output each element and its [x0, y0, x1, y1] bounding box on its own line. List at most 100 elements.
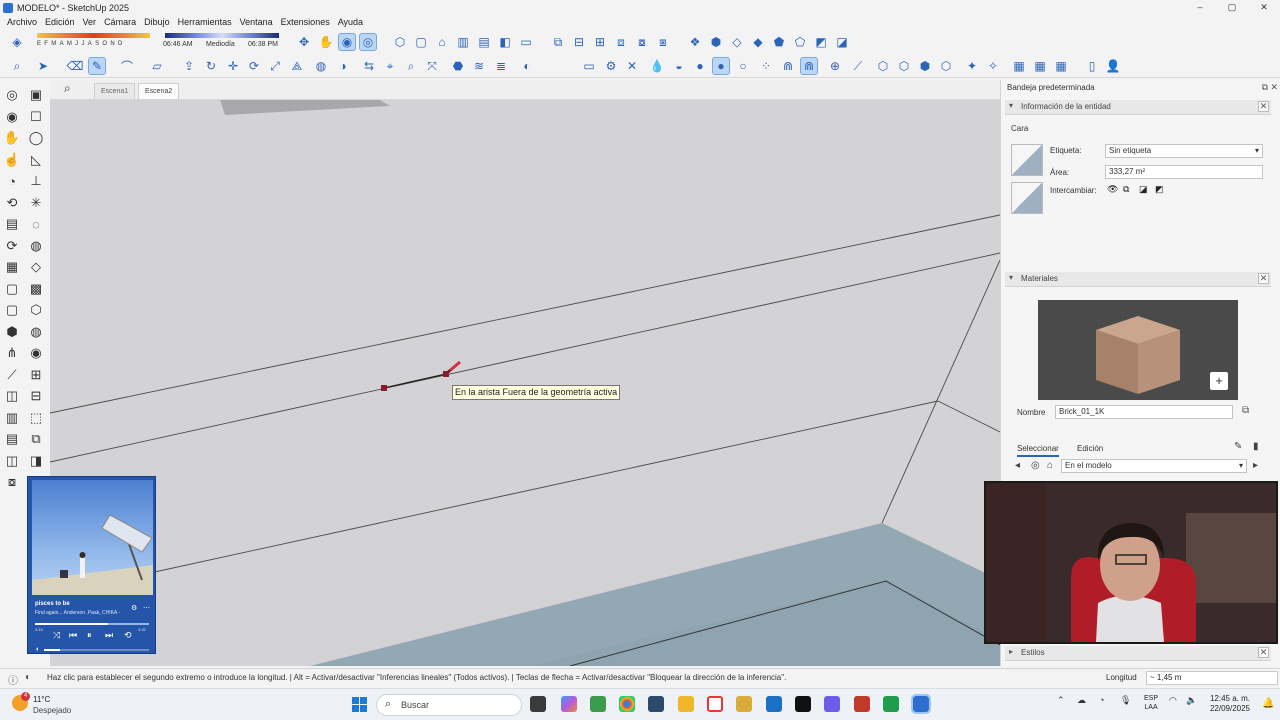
language-indicator[interactable]: ESP LAA	[1144, 694, 1158, 712]
section-plane-icon[interactable]: ⧉	[549, 33, 567, 51]
sandbox-grid-icon[interactable]: ◍	[27, 237, 45, 255]
monochrome-icon[interactable]: ◩	[812, 33, 830, 51]
paint-icon[interactable]: ◎	[3, 86, 21, 104]
drop-empty-icon[interactable]: ○	[734, 57, 752, 75]
materials-header[interactable]: ▾ Materiales ✕	[1005, 272, 1271, 287]
tape-icon[interactable]: ◉	[3, 108, 21, 126]
pause-icon[interactable]: ⏸	[87, 630, 92, 641]
scale-icon[interactable]: ▢	[3, 280, 21, 298]
ruby-icon[interactable]: ◫	[3, 452, 21, 470]
store-icon[interactable]	[590, 696, 606, 712]
menu-edicion[interactable]: Edición	[41, 15, 79, 29]
clock[interactable]: 12:45 a. m. 22/09/2025	[1208, 694, 1250, 714]
zoom-extents-icon[interactable]: ⤧	[423, 57, 441, 75]
offset-tool-icon[interactable]: ⟁	[288, 57, 306, 75]
close-window-button[interactable]: ✕	[1248, 0, 1280, 15]
section-display-icon[interactable]: ⧈	[612, 33, 630, 51]
magnet-active-icon[interactable]: ⋒	[800, 57, 818, 75]
protractor-icon[interactable]: ◑	[334, 57, 352, 75]
component-1-icon[interactable]: ⬡	[874, 57, 892, 75]
model-viewport[interactable]	[50, 100, 1000, 666]
paint-bucket-icon[interactable]: ●	[712, 57, 730, 75]
magnet-icon[interactable]: ⋒	[779, 57, 797, 75]
volume-icon[interactable]: ◖	[35, 646, 39, 653]
push-pull-icon[interactable]: ⇪	[180, 57, 198, 75]
menu-ventana[interactable]: Ventana	[236, 15, 277, 29]
orbit-circle-icon[interactable]: ◯	[27, 129, 45, 147]
network-icon[interactable]: ◔	[1099, 695, 1104, 705]
pan-zoom-icon[interactable]: ⌖	[381, 57, 399, 75]
stamp-icon[interactable]: ◫	[3, 387, 21, 405]
menu-ayuda[interactable]: Ayuda	[334, 15, 367, 29]
layers-icon[interactable]: ▤	[3, 430, 21, 448]
cloud-icon[interactable]: ☁	[1077, 695, 1086, 706]
drop-fill-icon[interactable]: ●	[691, 57, 709, 75]
app-red-icon[interactable]	[854, 696, 870, 712]
warehouse-3-icon[interactable]: ▦	[1052, 57, 1070, 75]
notifications-bell-icon[interactable]: 🔔	[1262, 698, 1274, 709]
camera-icon[interactable]: ▣	[27, 86, 45, 104]
layout-icon[interactable]: ▦	[3, 258, 21, 276]
move-tool-icon[interactable]: ✛	[224, 57, 242, 75]
walk-icon[interactable]: ☝	[3, 151, 21, 169]
tab-escena1[interactable]: Escena1	[94, 83, 136, 99]
styles-header[interactable]: ▸ Estilos ✕	[1005, 646, 1271, 661]
app-yellow-icon[interactable]	[736, 696, 752, 712]
paint-icon[interactable]: ▮	[1253, 441, 1259, 452]
tray-pin-icon[interactable]: ⧉	[1262, 82, 1268, 93]
maximize-button[interactable]: ▢	[1216, 0, 1248, 15]
hidden-line-icon[interactable]: ◆	[749, 33, 767, 51]
shadows-toggle-icon[interactable]: ◈	[8, 33, 26, 51]
xray-style-icon[interactable]: ❖	[686, 33, 704, 51]
tray-close-icon[interactable]: ✕	[1270, 82, 1278, 93]
line-node-icon[interactable]: ⟋	[849, 57, 867, 75]
repeat-icon[interactable]: ⟲	[124, 630, 132, 641]
section-cut-icon[interactable]: ⊟	[570, 33, 588, 51]
zoom-window-icon[interactable]: ⌕	[402, 57, 420, 75]
warehouse-1-icon[interactable]: ▦	[1010, 57, 1028, 75]
entity-info-header[interactable]: ▾ Información de la entidad ✕	[1005, 100, 1271, 115]
shadow-cast-icon[interactable]: ⧉	[1123, 184, 1129, 195]
red-snap-1-icon[interactable]: ✦	[963, 57, 981, 75]
scene-icon[interactable]: ⧇	[3, 473, 21, 491]
grid-icon[interactable]: ▩	[27, 280, 45, 298]
back-arrow-icon[interactable]: ◂	[1015, 460, 1020, 471]
duplicate-material-icon[interactable]: ⧉	[1242, 405, 1249, 416]
styles-icon[interactable]: ◐	[518, 57, 536, 75]
shadow-receive-icon[interactable]: ◪	[1139, 184, 1148, 195]
scale-tool-icon[interactable]: ⤢	[266, 57, 284, 75]
time-slider[interactable]	[165, 33, 279, 38]
tab-select[interactable]: Seleccionar	[1017, 444, 1059, 457]
front-view-icon[interactable]: ⌂	[433, 33, 451, 51]
sandbox-icon[interactable]: ◌	[27, 215, 45, 233]
flip-icon[interactable]: ⇆	[360, 57, 378, 75]
entity-icon[interactable]: ◨	[27, 452, 45, 470]
user-profile-icon[interactable]: 👤	[1104, 57, 1122, 75]
add-detail-icon[interactable]: ⊞	[27, 366, 45, 384]
left-view-icon[interactable]: ◧	[496, 33, 514, 51]
folder-icon[interactable]: ▭	[580, 57, 598, 75]
solid-intersect-icon[interactable]: ≋	[470, 57, 488, 75]
tag-select[interactable]: Sin etiqueta ▾	[1105, 144, 1263, 158]
shadow-both-icon[interactable]: ◩	[1155, 184, 1164, 195]
menu-camara[interactable]: Cámara	[100, 15, 140, 29]
iso-view-icon[interactable]: ⬡	[391, 33, 409, 51]
hand-icon[interactable]: ✋	[3, 129, 21, 147]
close-x-icon[interactable]: ✕	[623, 57, 641, 75]
perspective-icon[interactable]: ◪	[833, 33, 851, 51]
section-fill-icon[interactable]: ⊞	[591, 33, 609, 51]
length-field[interactable]: ~ 1,45 m	[1146, 671, 1278, 685]
warehouse-icon[interactable]: ▥	[3, 409, 21, 427]
bottom-view-icon[interactable]: ▭	[517, 33, 535, 51]
styles-close-icon[interactable]: ✕	[1258, 647, 1269, 658]
component-3-icon[interactable]: ⬢	[916, 57, 934, 75]
taskbar-search[interactable]: ⌕ Buscar	[376, 694, 522, 716]
flip-edge-icon[interactable]: ⟋	[3, 366, 21, 384]
chevron-up-icon[interactable]: ⌃	[1057, 695, 1065, 706]
tape-measure-icon[interactable]: ◍	[312, 57, 330, 75]
follow-me-icon[interactable]: ↻	[202, 57, 220, 75]
extension-icon[interactable]: ⬚	[27, 409, 45, 427]
chrome-icon[interactable]	[619, 696, 635, 712]
orbit-icon[interactable]: ✥	[295, 33, 313, 51]
menu-extensiones[interactable]: Extensiones	[277, 15, 334, 29]
